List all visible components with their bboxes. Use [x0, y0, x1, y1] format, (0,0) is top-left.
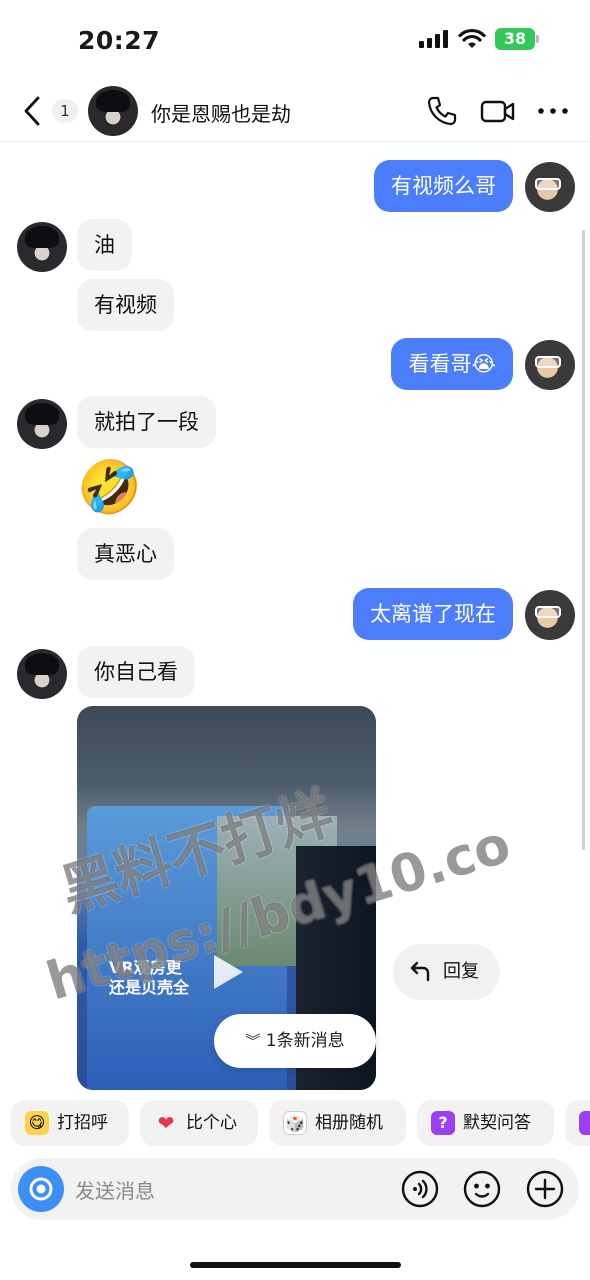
my-avatar[interactable] — [525, 340, 575, 390]
contact-avatar[interactable] — [17, 222, 67, 272]
message-bubble-incoming[interactable]: 真恶心 — [77, 528, 174, 580]
chip-greet[interactable]: 😋 打招呼 — [11, 1100, 129, 1146]
message-bubble-outgoing[interactable]: 太离谱了现在 — [353, 588, 513, 640]
camera-button[interactable] — [18, 1166, 64, 1212]
message-input-bar: 发送消息 — [11, 1158, 579, 1220]
reply-arrow-icon — [410, 961, 430, 982]
home-indicator — [190, 1262, 401, 1268]
back-icon[interactable] — [18, 94, 48, 128]
battery-level: 38 — [495, 28, 535, 50]
scrollbar[interactable] — [582, 230, 585, 850]
chip-more[interactable] — [565, 1100, 590, 1146]
message-bubble-incoming[interactable]: 就拍了一段 — [77, 396, 216, 448]
more-options-icon[interactable] — [536, 94, 570, 128]
phone-call-icon[interactable] — [425, 94, 459, 128]
dice-icon: 🎲 — [283, 1111, 307, 1135]
contact-avatar[interactable] — [17, 649, 67, 699]
emoji-icon[interactable] — [462, 1169, 502, 1209]
video-call-icon[interactable] — [480, 94, 516, 128]
chip-tacit-quiz[interactable]: ? 默契问答 — [417, 1100, 554, 1146]
double-chevron-down-icon: ︾ — [245, 1032, 261, 1050]
emoji-message[interactable]: 🤣 — [77, 458, 142, 518]
unread-count-badge[interactable]: 1 — [52, 99, 78, 123]
question-icon: ? — [431, 1111, 455, 1135]
chat-header: 1 你是恩赐也是劫 — [0, 80, 590, 142]
contact-avatar[interactable] — [88, 86, 138, 136]
quick-action-bar: 😋 打招呼 ❤ 比个心 🎲 相册随机 ? 默契问答 — [0, 1100, 590, 1146]
message-bubble-outgoing[interactable]: 有视频么哥 — [374, 160, 513, 212]
cellular-signal-icon — [419, 30, 451, 48]
message-bubble-outgoing[interactable]: 看看哥😭 — [391, 338, 513, 390]
new-message-label: 1条新消息 — [265, 1031, 345, 1051]
wifi-icon — [458, 28, 486, 48]
my-avatar[interactable] — [525, 590, 575, 640]
battery-icon: 38 — [495, 28, 539, 50]
chip-random-album[interactable]: 🎲 相册随机 — [269, 1100, 406, 1146]
plus-icon[interactable] — [525, 1169, 565, 1209]
status-time: 20:27 — [78, 26, 161, 55]
voice-icon[interactable] — [400, 1169, 440, 1209]
status-bar: 20:27 38 — [0, 0, 590, 80]
contact-avatar[interactable] — [17, 399, 67, 449]
reply-button[interactable]: 回复 — [393, 944, 500, 1000]
message-bubble-incoming[interactable]: 有视频 — [77, 279, 174, 331]
message-bubble-incoming[interactable]: 油 — [77, 219, 132, 271]
reply-label: 回复 — [443, 961, 479, 982]
message-input[interactable]: 发送消息 — [75, 1175, 155, 1204]
my-avatar[interactable] — [525, 162, 575, 212]
new-message-indicator[interactable]: ︾ 1条新消息 — [214, 1014, 376, 1068]
camera-icon — [29, 1177, 53, 1201]
chip-icon — [579, 1111, 590, 1135]
message-bubble-incoming[interactable]: 你自己看 — [77, 646, 195, 698]
heart-icon: ❤ — [157, 1111, 175, 1135]
chip-heart[interactable]: ❤ 比个心 — [140, 1100, 258, 1146]
smile-emoji-icon: 😋 — [25, 1111, 49, 1135]
chat-title[interactable]: 你是恩赐也是劫 — [151, 98, 291, 127]
